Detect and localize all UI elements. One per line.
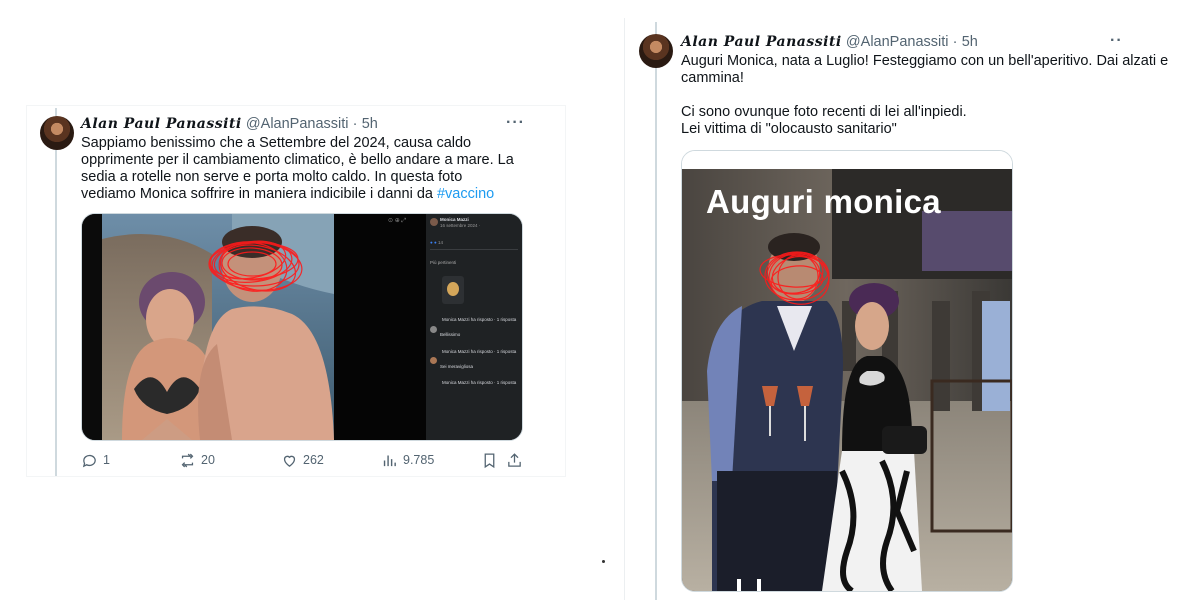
right-timestamp[interactable]: 5h	[962, 34, 978, 50]
views-icon	[383, 455, 396, 466]
right-more-icon[interactable]: ··	[1110, 32, 1123, 50]
share-icon	[508, 452, 521, 467]
facebook-screenshot: ⊙ ⊕ ⤢ Monica Mazzi 16 settembre 2024 · ●…	[388, 214, 522, 440]
left-tweet-actions: 1 20 262 9.785	[81, 451, 521, 469]
left-display-name[interactable]: Alan Paul Panassiti	[81, 116, 242, 132]
left-tweet-text: Sappiamo benissimo che a Settembre del 2…	[81, 135, 521, 203]
fb-comment-1: Bellissimo	[440, 332, 461, 337]
fb-comment-sticker	[442, 276, 464, 304]
photo-overlay-text: Auguri monica	[706, 183, 941, 220]
right-text-line-1: Auguri Monica, nata a Luglio! Festeggiam…	[681, 53, 1169, 69]
share-button[interactable]	[506, 452, 528, 469]
right-tweet-header: Alan Paul Panassiti @AlanPanassiti · 5h	[681, 32, 978, 52]
left-more-icon[interactable]: ···	[506, 114, 525, 132]
reply-button[interactable]: 1	[81, 452, 110, 469]
right-text-line-2: cammina!	[681, 70, 744, 86]
fb-avatar	[430, 218, 438, 226]
fb-divider	[430, 249, 518, 250]
heart-icon	[283, 455, 296, 467]
right-tweet-text: Auguri Monica, nata a Luglio! Festeggiam…	[681, 53, 1169, 138]
retweet-button[interactable]: 20	[179, 452, 215, 469]
bookmark-button[interactable]	[481, 452, 503, 469]
right-panel-frame	[624, 18, 625, 600]
fb-toolbar-icons: ⊙ ⊕ ⤢	[388, 218, 407, 224]
right-display-name[interactable]: Alan Paul Panassiti	[681, 34, 842, 50]
hashtag-link[interactable]: #vaccino	[437, 186, 494, 202]
left-avatar[interactable]	[40, 116, 74, 150]
retweet-icon	[181, 453, 194, 467]
fb-reply-1: Monica Mazzi ha risposto · 1 risposta	[442, 317, 517, 322]
left-thread-line	[55, 108, 57, 476]
fb-comment-2: Sei meravigliosa	[440, 364, 474, 369]
right-text-line-3: Ci sono ovunque foto recenti di lei all'…	[681, 104, 967, 120]
bookmark-icon	[484, 452, 495, 468]
reply-count: 1	[103, 453, 110, 467]
fb-filter: Più pertinenti	[430, 260, 457, 265]
views-button[interactable]: 9.785	[381, 452, 434, 469]
left-timestamp[interactable]: 5h	[362, 116, 378, 132]
fb-reply-3: Monica Mazzi ha risposto · 1 risposta	[442, 380, 517, 385]
stray-dot	[602, 560, 605, 563]
views-count: 9.785	[403, 453, 435, 467]
right-handle[interactable]: @AlanPanassiti	[846, 34, 949, 50]
fb-comment-avatar-2	[430, 357, 437, 364]
fb-post-date: 16 settembre 2024 ·	[440, 223, 481, 228]
fb-reply-2: Monica Mazzi ha risposto · 1 risposta	[442, 349, 517, 354]
retweet-count: 20	[201, 453, 215, 467]
right-tweet-media[interactable]: Auguri monica	[681, 150, 1013, 592]
right-thread-line	[655, 22, 657, 600]
left-handle[interactable]: @AlanPanassiti	[246, 116, 349, 132]
left-separator: ·	[352, 116, 358, 132]
reply-icon	[82, 454, 96, 467]
like-count: 262	[303, 453, 324, 467]
right-separator: ·	[952, 34, 958, 50]
left-tweet-media[interactable]: ⊙ ⊕ ⤢ Monica Mazzi 16 settembre 2024 · ●…	[81, 213, 523, 441]
right-text-line-4: Lei vittima di "olocausto sanitario"	[681, 121, 897, 137]
left-tweet-header: Alan Paul Panassiti @AlanPanassiti · 5h	[81, 114, 378, 134]
like-button[interactable]: 262	[281, 452, 324, 469]
right-avatar[interactable]	[639, 34, 673, 68]
fb-comment-avatar	[430, 326, 437, 333]
fb-reactions: ● ● 14	[430, 240, 443, 245]
